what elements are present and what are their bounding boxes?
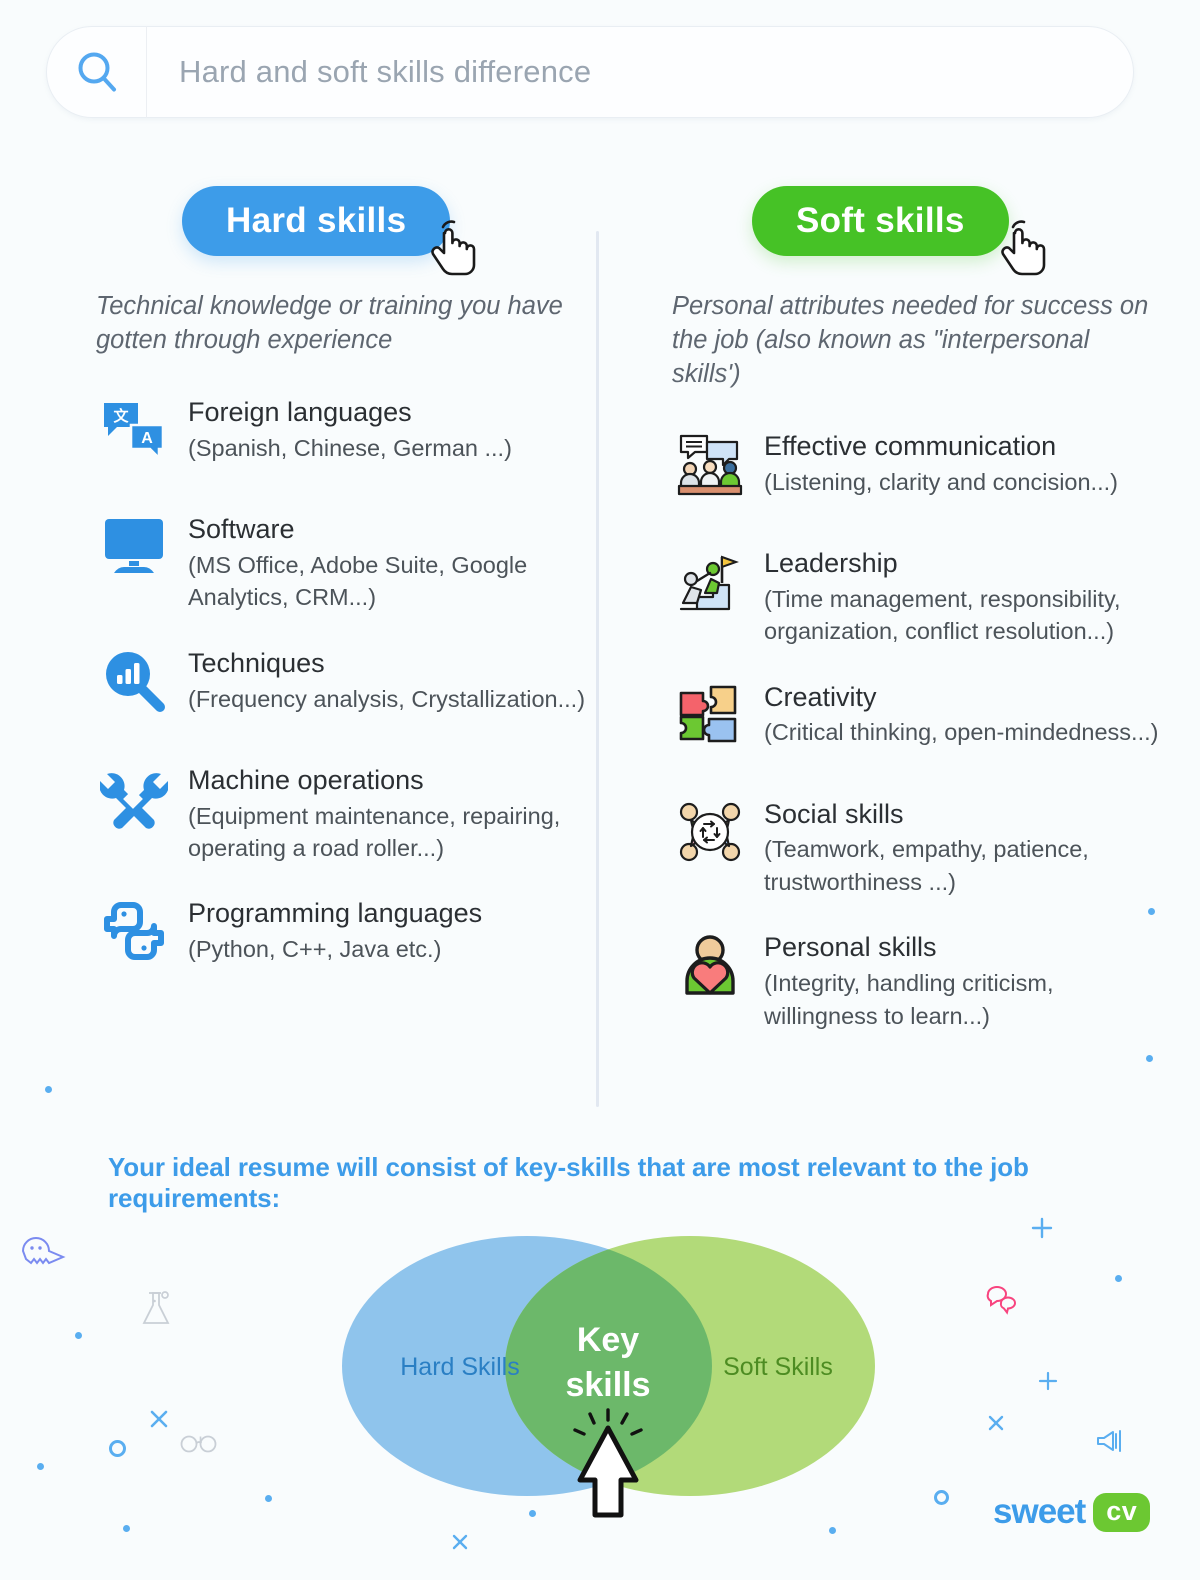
chart-search-icon [96,647,172,717]
dot-mark [45,1086,52,1093]
ring-mark [109,1440,126,1457]
venn-key-label-line2: skills [565,1366,650,1404]
list-item: Machine operations (Equipment maintenanc… [96,764,616,865]
skill-subtitle: (MS Office, Adobe Suite, Google Analytic… [188,551,528,611]
skill-subtitle: (Spanish, Chinese, German ...) [188,434,512,461]
venn-diagram: Hard Skills Soft Skills Key skills [342,1236,875,1518]
x-mark [150,1410,168,1428]
list-item: Programming languages (Python, C++, Java… [96,897,616,981]
skill-title: Foreign languages [188,396,412,427]
list-item: 文 A Foreign languages (Spanish, Chinese,… [96,396,616,480]
skill-title: Social skills [764,798,904,829]
logo-wordmark: sweet [993,1492,1086,1531]
skill-subtitle: (Listening, clarity and concision...) [764,468,1118,495]
venn-soft-label: Soft Skills [723,1353,833,1381]
hard-skills-description: Technical knowledge or training you have… [96,292,563,354]
skill-title: Leadership [764,547,898,578]
svg-text:A: A [141,430,153,447]
flask-icon [142,1291,170,1324]
skill-title: Effective communication [764,430,1057,461]
list-item: Creativity (Critical thinking, open-mind… [672,681,1192,765]
tools-icon [96,764,172,834]
bottom-headline: Your ideal resume will consist of key-sk… [108,1152,1029,1213]
list-item: Effective communication (Listening, clar… [672,430,1192,514]
search-input[interactable] [147,27,1133,117]
search-icon[interactable] [47,26,147,118]
puzzle-icon [672,681,748,751]
venn-hard-label: Hard Skills [400,1353,519,1381]
translate-icon: 文 A [96,396,172,466]
dot-mark [123,1525,130,1532]
person-heart-icon [672,931,748,1001]
dot-mark [829,1527,836,1534]
skill-subtitle: (Critical thinking, open-mindedness...) [764,719,1159,746]
logo-badge: cv [1093,1492,1151,1532]
skill-subtitle: (Python, C++, Java etc.) [188,936,442,963]
hard-skills-button-label: Hard skills [226,201,407,240]
stairs-flag-icon [672,547,748,617]
hard-skills-list: 文 A Foreign languages (Spanish, Chinese,… [96,396,616,982]
skill-title: Creativity [764,681,877,712]
skill-subtitle: (Teamwork, empathy, patience, trustworth… [764,836,1089,895]
hard-skills-column: Hard skills Technical knowledge or train… [96,186,616,1014]
plus-mark [1038,1371,1058,1391]
skill-subtitle: (Integrity, handling criticism, willingn… [764,970,1054,1029]
skill-title: Programming languages [188,898,483,929]
soft-skills-list: Effective communication (Listening, clar… [672,430,1192,1032]
dot-mark [1115,1275,1122,1282]
plus-mark [1031,1217,1053,1239]
search-bar[interactable] [46,26,1134,118]
venn-key-label-line1: Key [577,1321,639,1359]
megaphone-icon [1097,1430,1121,1452]
list-item: Personal skills (Integrity, handling cri… [672,931,1192,1032]
soft-skills-button[interactable]: Soft skills [752,186,1009,256]
people-talking-icon [672,430,748,500]
hard-skills-button[interactable]: Hard skills [182,186,451,256]
dot-mark [265,1495,272,1502]
svg-text:文: 文 [113,407,129,425]
list-item: Techniques (Frequency analysis, Crystall… [96,647,616,731]
skill-title: Machine operations [188,764,424,795]
list-item: Social skills (Teamwork, empathy, patien… [672,798,1192,899]
skill-title: Techniques [188,647,325,678]
network-people-icon [672,798,748,868]
soft-skills-button-label: Soft skills [796,201,965,240]
python-icon [96,897,172,967]
skill-title: Personal skills [764,932,937,963]
soft-skills-description: Personal attributes needed for success o… [672,292,1149,388]
speech-bubbles-icon [986,1286,1017,1315]
skill-subtitle: (Equipment maintenance, repairing, opera… [188,802,561,861]
sweetcv-logo[interactable]: sweet cv [993,1492,1151,1532]
soft-skills-column: Soft skills Personal attributes needed f… [672,186,1192,1065]
infographic-page: Hard skills Technical knowledge or train… [0,0,1200,1580]
skill-title: Software [188,513,295,544]
list-item: Leadership (Time management, responsibil… [672,547,1192,648]
ghost-icon [21,1237,66,1265]
ring-mark [934,1490,949,1505]
glasses-icon [180,1435,217,1453]
list-item: Software (MS Office, Adobe Suite, Google… [96,513,616,614]
soft-skills-header: Soft skills [672,186,1192,276]
dot-mark [37,1463,44,1470]
hard-skills-header: Hard skills [96,186,616,276]
x-mark [452,1534,468,1550]
dot-mark [75,1332,82,1339]
skill-subtitle: (Time management, responsibility, organi… [764,585,1121,645]
skill-subtitle: (Frequency analysis, Crystallization...) [188,685,586,712]
monitor-icon [96,513,172,583]
x-mark [988,1415,1004,1431]
